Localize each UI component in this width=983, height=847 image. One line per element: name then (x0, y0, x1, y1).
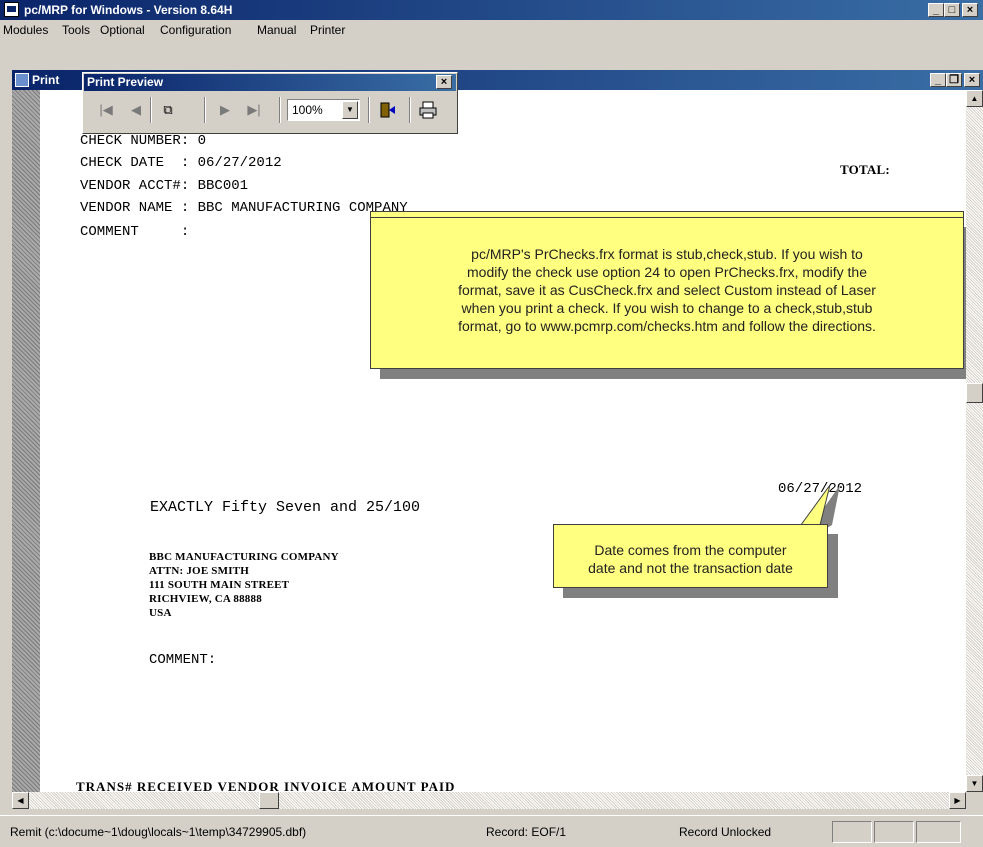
address-line: RICHVIEW, CA 88888 (149, 593, 262, 605)
size-grip[interactable] (966, 792, 983, 809)
menu-printer[interactable]: Printer (310, 23, 345, 37)
copy-pages-icon[interactable]: ⧉ (157, 99, 179, 121)
status-panel (874, 821, 914, 843)
horizontal-scroll-thumb[interactable] (259, 792, 279, 809)
amount-in-words: EXACTLY Fifty Seven and 25/100 (150, 499, 421, 516)
child-minimize-button[interactable]: _ (930, 73, 946, 87)
scroll-left-icon[interactable]: ◀ (12, 792, 29, 809)
child-close-button[interactable]: × (964, 73, 980, 87)
status-lock: Record Unlocked (679, 825, 772, 839)
status-panel (916, 821, 961, 843)
address-line: USA (149, 607, 172, 619)
callout-line: format, save it as CusCheck.frx and sele… (458, 282, 876, 298)
menu-modules[interactable]: Modules (3, 23, 48, 37)
chevron-down-icon[interactable]: ▼ (342, 101, 358, 119)
toolbar-separator (409, 97, 411, 123)
printer-icon[interactable] (416, 99, 440, 121)
callout-line: Date comes from the computer (594, 542, 787, 558)
toolbar-separator (368, 97, 370, 123)
exit-door-icon[interactable] (376, 99, 400, 121)
toolbar-separator (279, 97, 281, 123)
format-callout: pc/MRP's PrChecks.frx format is stub,che… (370, 217, 964, 369)
print-window-icon (15, 73, 29, 87)
comment-line: COMMENT : (80, 224, 190, 240)
vertical-scrollbar[interactable]: ▲ ▼ (966, 90, 983, 792)
menu-bar: Modules Tools Optional Configuration Man… (0, 20, 983, 40)
status-table-path: Remit (c:\docume~1\doug\locals~1\temp\34… (10, 825, 307, 839)
vendor-acct-line: VENDOR ACCT#: BBC001 (80, 178, 249, 194)
app-title: pc/MRP for Windows - Version 8.64H (24, 3, 233, 17)
menu-optional[interactable]: Optional (100, 23, 145, 37)
print-preview-title: Print Preview (87, 75, 164, 89)
menu-tools[interactable]: Tools (62, 23, 90, 37)
report-page: CHECK NUMBER: 0 CHECK DATE : 06/27/2012 … (12, 90, 966, 792)
menu-manual[interactable]: Manual (257, 23, 296, 37)
callout-line: date and not the transaction date (588, 560, 793, 576)
status-record: Record: EOF/1 (486, 825, 567, 839)
app-title-bar: pc/MRP for Windows - Version 8.64H _ □ × (0, 0, 983, 20)
check-comment-label: COMMENT: (149, 652, 217, 668)
next-page-button[interactable]: ▶ (217, 99, 233, 121)
address-line: 111 SOUTH MAIN STREET (149, 579, 290, 591)
previous-page-button[interactable]: ◀ (128, 99, 144, 121)
child-restore-button[interactable]: ❐ (946, 73, 962, 87)
address-line: ATTN: JOE SMITH (149, 565, 249, 577)
print-window-title: Print (32, 73, 60, 87)
maximize-button[interactable]: □ (944, 3, 960, 17)
line-items-header: TRANS# RECEIVED VENDOR INVOICE AMOUNT PA… (76, 779, 456, 793)
vendor-name-line: VENDOR NAME : BBC MANUFACTURING COMPANY (80, 200, 408, 216)
horizontal-scrollbar[interactable]: ◀ ▶ (12, 792, 966, 809)
toolbar-separator (204, 97, 206, 123)
date-callout: Date comes from the computer date and no… (553, 524, 828, 588)
minimize-button[interactable]: _ (928, 3, 944, 17)
callout-line: modify the check use option 24 to open P… (467, 264, 867, 280)
check-date-line: CHECK DATE : 06/27/2012 (80, 155, 282, 171)
scroll-down-icon[interactable]: ▼ (966, 775, 983, 792)
callout-line: pc/MRP's PrChecks.frx format is stub,che… (471, 246, 863, 262)
app-icon (4, 2, 19, 17)
first-page-button[interactable]: |◀ (96, 99, 116, 121)
print-preview-title-bar[interactable]: Print Preview × (84, 74, 456, 91)
callout-line: format, go to www.pcmrp.com/checks.htm a… (458, 318, 876, 334)
address-line: BBC MANUFACTURING COMPANY (149, 551, 339, 563)
scroll-up-icon[interactable]: ▲ (966, 90, 983, 107)
zoom-select[interactable]: 100% ▼ (287, 99, 360, 121)
scroll-right-icon[interactable]: ▶ (949, 792, 966, 809)
menu-configuration[interactable]: Configuration (160, 23, 231, 37)
zoom-value: 100% (292, 103, 323, 117)
toolbar-separator (150, 97, 152, 123)
print-preview-close-button[interactable]: × (436, 75, 452, 89)
status-bar: Remit (c:\docume~1\doug\locals~1\temp\34… (0, 815, 983, 847)
total-label: TOTAL: (840, 162, 890, 177)
last-page-button[interactable]: ▶| (244, 99, 264, 121)
page-margin-strip (12, 90, 40, 792)
check-number-line: CHECK NUMBER: 0 (80, 133, 207, 149)
status-panel (832, 821, 872, 843)
close-button[interactable]: × (962, 3, 978, 17)
callout-line: when you print a check. If you wish to c… (461, 300, 873, 316)
vertical-scroll-thumb[interactable] (966, 383, 983, 403)
